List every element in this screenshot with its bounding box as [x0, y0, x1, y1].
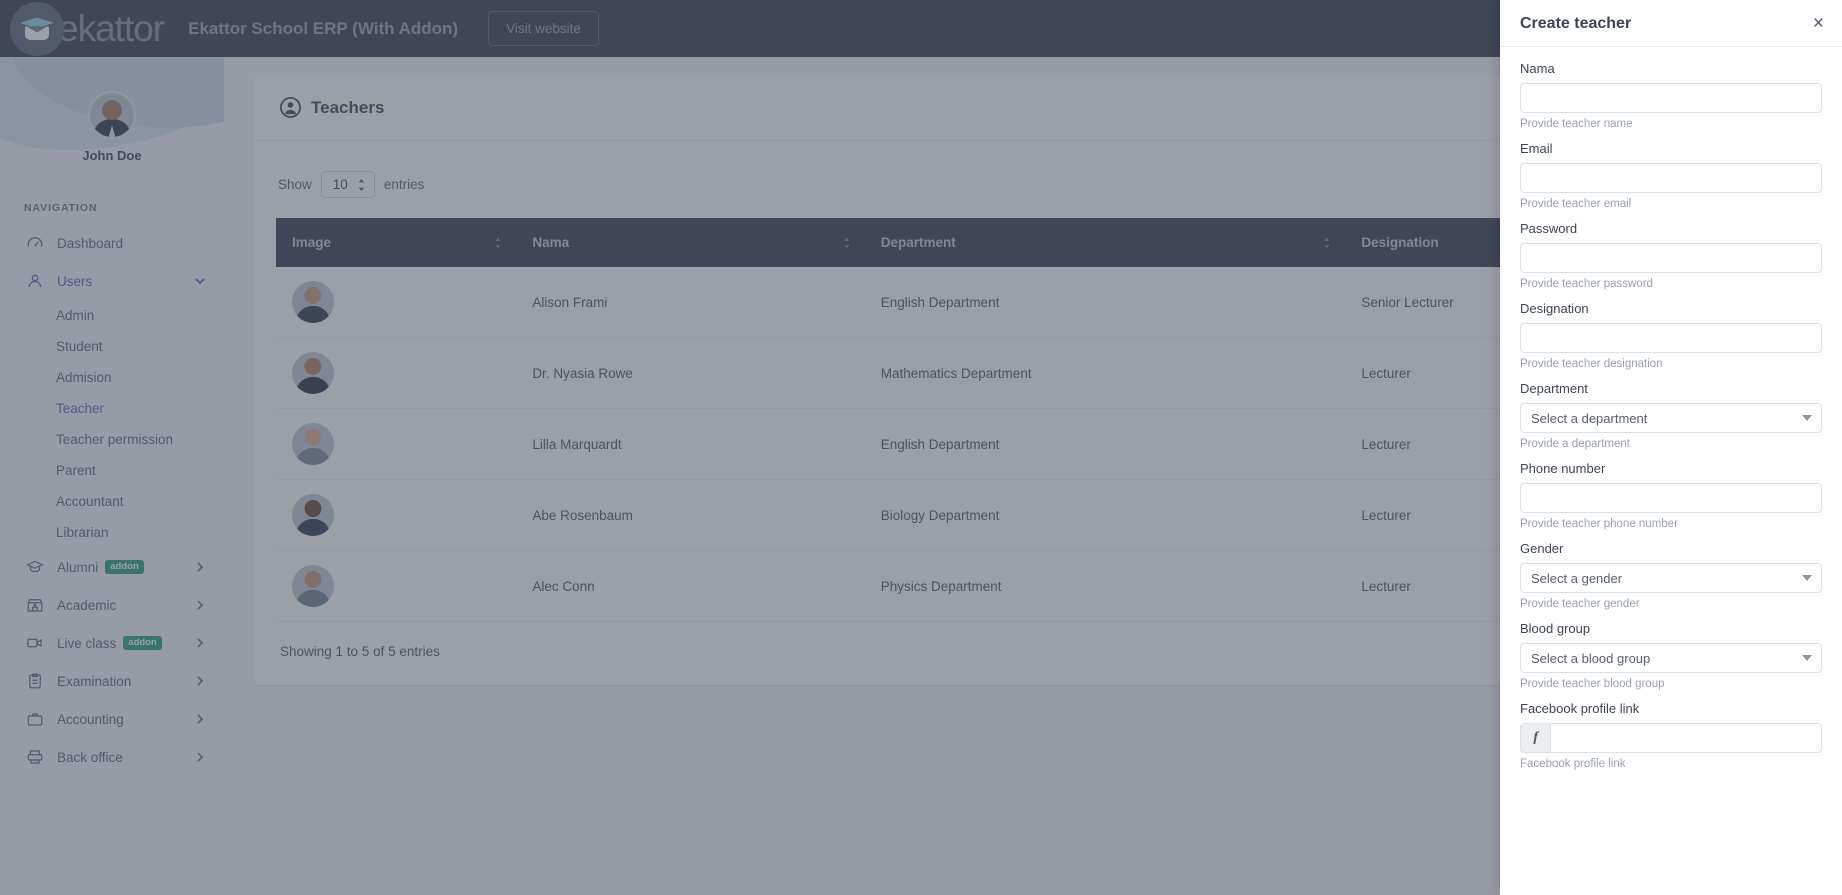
field-help-nama: Provide teacher name [1520, 118, 1822, 130]
modal-title: Create teacher [1520, 15, 1631, 33]
gender-select-value: Select a gender [1531, 571, 1622, 586]
email-input[interactable] [1520, 163, 1822, 193]
field-phone-number: Phone number Provide teacher phone number [1520, 461, 1822, 530]
modal-form: Nama Provide teacher name Email Provide tea… [1500, 47, 1842, 895]
close-icon[interactable]: × [1813, 14, 1824, 33]
field-label-facebook-profile-link: Facebook profile link [1520, 701, 1822, 716]
field-label-phone-number: Phone number [1520, 461, 1822, 476]
field-blood-group: Blood group Select a blood group Provide t… [1520, 621, 1822, 690]
field-help-department: Provide a department [1520, 438, 1822, 450]
modal-header: Create teacher × [1500, 0, 1842, 47]
app-root: ekattor Ekattor School ERP (With Addon) … [0, 0, 1842, 895]
field-label-designation: Designation [1520, 301, 1822, 316]
password-input[interactable] [1520, 243, 1822, 273]
field-help-password: Provide teacher password [1520, 278, 1822, 290]
field-help-email: Provide teacher email [1520, 198, 1822, 210]
facebook-profile-link-input-group: f [1520, 723, 1822, 753]
field-label-email: Email [1520, 141, 1822, 156]
department-select-value: Select a department [1531, 411, 1647, 426]
chevron-down-icon [1802, 575, 1812, 581]
field-help-designation: Provide teacher designation [1520, 358, 1822, 370]
nama-input[interactable] [1520, 83, 1822, 113]
field-help-phone-number: Provide teacher phone number [1520, 518, 1822, 530]
field-label-password: Password [1520, 221, 1822, 236]
field-label-gender: Gender [1520, 541, 1822, 556]
field-help-gender: Provide teacher gender [1520, 598, 1822, 610]
create-teacher-panel: Create teacher × Nama Provide teacher nam… [1500, 0, 1842, 895]
chevron-down-icon [1802, 655, 1812, 661]
blood-group-select[interactable]: Select a blood group [1520, 643, 1822, 673]
gender-select[interactable]: Select a gender [1520, 563, 1822, 593]
field-label-blood-group: Blood group [1520, 621, 1822, 636]
department-select[interactable]: Select a department [1520, 403, 1822, 433]
field-label-department: Department [1520, 381, 1822, 396]
field-password: Password Provide teacher password [1520, 221, 1822, 290]
field-gender: Gender Select a gender Provide teacher gen… [1520, 541, 1822, 610]
field-facebook-profile-link: Facebook profile link f Facebook profile l… [1520, 701, 1822, 770]
designation-input[interactable] [1520, 323, 1822, 353]
modal-backdrop[interactable] [0, 0, 1500, 895]
field-nama: Nama Provide teacher name [1520, 61, 1822, 130]
field-email: Email Provide teacher email [1520, 141, 1822, 210]
field-department: Department Select a department Provide a d… [1520, 381, 1822, 450]
facebook-profile-link-input[interactable] [1550, 723, 1822, 753]
phone-number-input[interactable] [1520, 483, 1822, 513]
chevron-down-icon [1802, 415, 1812, 421]
field-help-facebook-profile-link: Facebook profile link [1520, 758, 1822, 770]
field-designation: Designation Provide teacher designation [1520, 301, 1822, 370]
facebook-icon: f [1520, 723, 1550, 753]
blood-group-select-value: Select a blood group [1531, 651, 1650, 666]
field-label-nama: Nama [1520, 61, 1822, 76]
field-help-blood-group: Provide teacher blood group [1520, 678, 1822, 690]
